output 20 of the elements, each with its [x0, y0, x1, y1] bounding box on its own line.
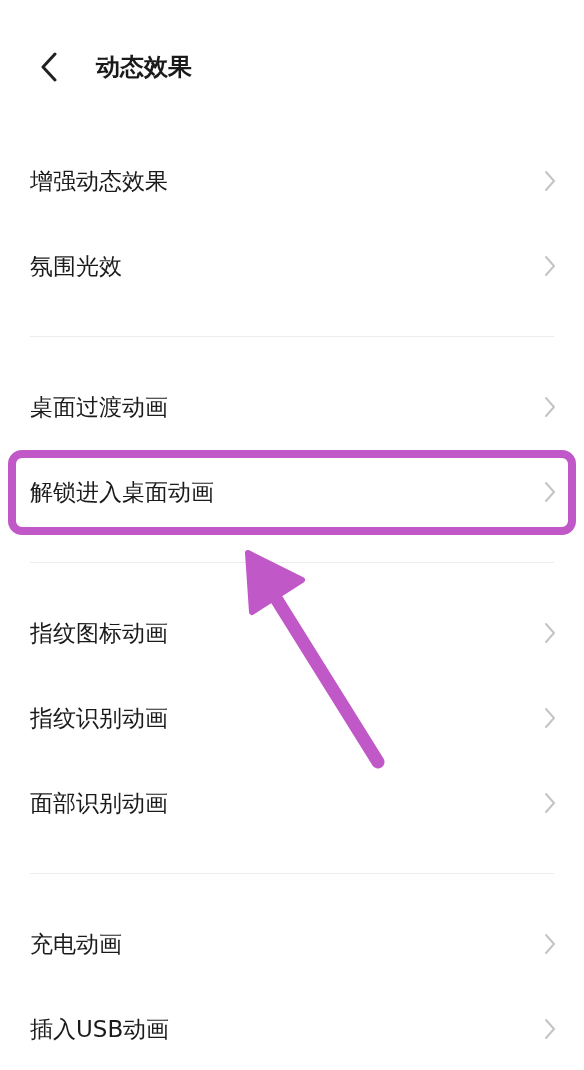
settings-item[interactable]: 指纹图标动画	[0, 590, 584, 676]
settings-item[interactable]: 插入USB动画	[0, 986, 584, 1070]
chevron-right-icon	[544, 933, 556, 955]
chevron-right-icon	[544, 707, 556, 729]
page-title: 动态效果	[96, 51, 192, 83]
chevron-right-icon	[544, 792, 556, 814]
chevron-right-icon	[544, 170, 556, 192]
settings-item[interactable]: 解锁进入桌面动画	[8, 449, 576, 535]
settings-item[interactable]: 指纹识别动画	[0, 675, 584, 761]
settings-item[interactable]: 氛围光效	[0, 223, 584, 309]
chevron-right-icon	[544, 622, 556, 644]
chevron-right-icon	[544, 481, 556, 503]
settings-item[interactable]: 增强动态效果	[0, 138, 584, 224]
back-icon[interactable]	[40, 51, 58, 82]
settings-item[interactable]: 面部识别动画	[0, 760, 584, 846]
settings-item[interactable]: 充电动画	[0, 901, 584, 987]
chevron-right-icon	[544, 255, 556, 277]
chevron-right-icon	[544, 1018, 556, 1040]
chevron-right-icon	[544, 396, 556, 418]
settings-item[interactable]: 桌面过渡动画	[0, 364, 584, 450]
